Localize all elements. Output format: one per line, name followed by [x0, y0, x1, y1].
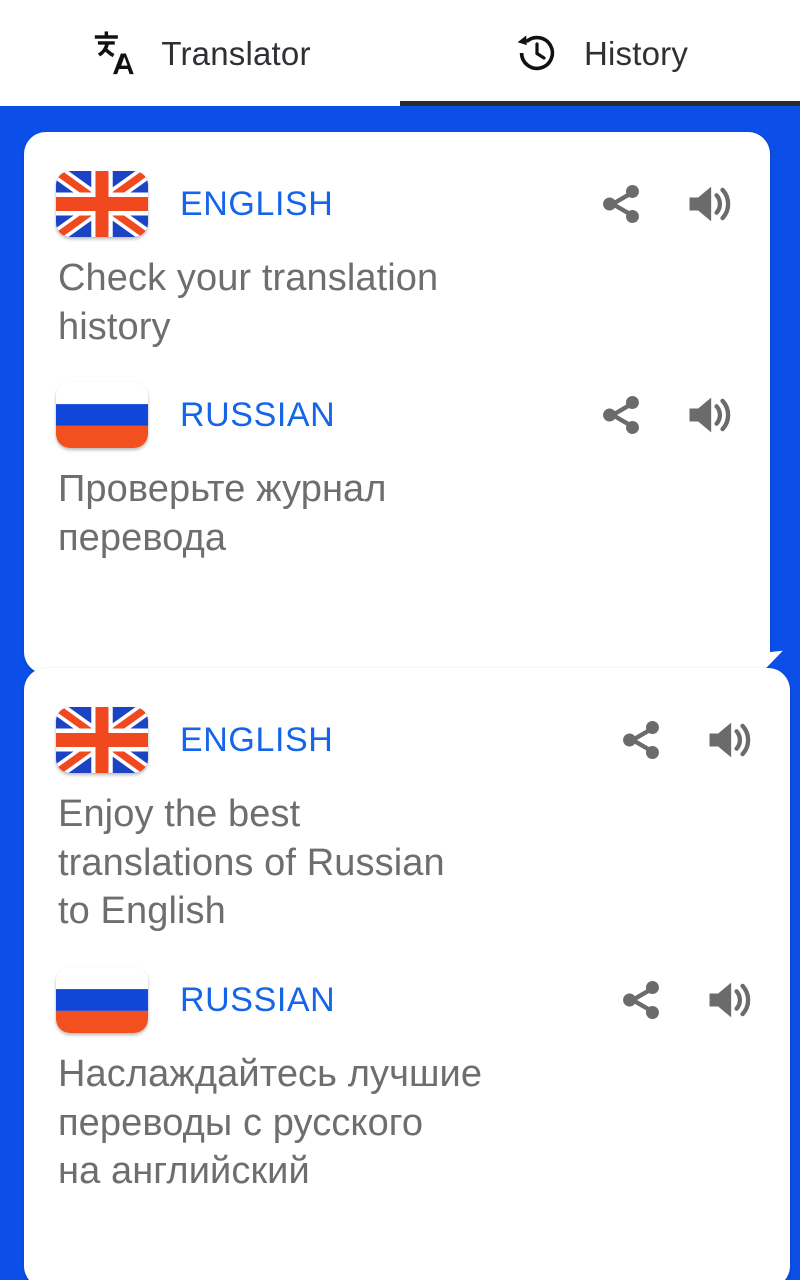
- target-text: Наслаждайтесь лучшие переводы с русского…: [58, 1052, 483, 1193]
- history-list: ENGLISH Check your translation history R…: [0, 106, 800, 1280]
- russia-flag-icon: [56, 382, 148, 449]
- source-language-row: ENGLISH: [24, 694, 790, 786]
- uk-flag-icon: [56, 171, 148, 237]
- share-icon[interactable]: [614, 973, 668, 1027]
- source-row-actions: [614, 713, 756, 767]
- translate-icon: [89, 28, 139, 78]
- volume-up-icon[interactable]: [702, 973, 756, 1027]
- target-language-label: RUSSIAN: [180, 980, 336, 1019]
- history-clock-icon: [512, 28, 562, 78]
- target-language-label: RUSSIAN: [180, 396, 336, 435]
- tab-history-label: History: [583, 34, 689, 72]
- source-language-label: ENGLISH: [180, 721, 334, 759]
- source-text: Check your translation history: [58, 257, 439, 348]
- share-icon[interactable]: [594, 388, 648, 442]
- uk-flag-icon: [56, 707, 148, 773]
- history-entry-card[interactable]: ENGLISH: [24, 668, 790, 1280]
- target-text: Проверьте журнал перевода: [58, 468, 387, 559]
- tab-translator[interactable]: Translator: [0, 0, 400, 106]
- source-language-row: ENGLISH: [24, 158, 770, 250]
- volume-up-icon[interactable]: [682, 177, 736, 231]
- target-language-row: RUSSIAN: [24, 369, 770, 461]
- target-row-actions: [594, 388, 736, 442]
- share-icon[interactable]: [594, 177, 648, 231]
- russia-flag-icon: [56, 966, 148, 1033]
- source-row-actions: [594, 177, 736, 231]
- volume-up-icon[interactable]: [702, 713, 756, 767]
- share-icon[interactable]: [614, 713, 668, 767]
- source-language-label: ENGLISH: [180, 185, 334, 223]
- history-entry-card[interactable]: ENGLISH: [24, 132, 786, 676]
- tab-translator-label: Translator: [161, 34, 311, 72]
- target-language-row: RUSSIAN: [24, 954, 790, 1046]
- tab-bar: Translator History: [0, 0, 800, 106]
- tab-history[interactable]: History: [400, 0, 800, 106]
- volume-up-icon[interactable]: [682, 388, 736, 442]
- target-row-actions: [614, 973, 756, 1027]
- source-text: Enjoy the best translations of Russian t…: [58, 793, 445, 933]
